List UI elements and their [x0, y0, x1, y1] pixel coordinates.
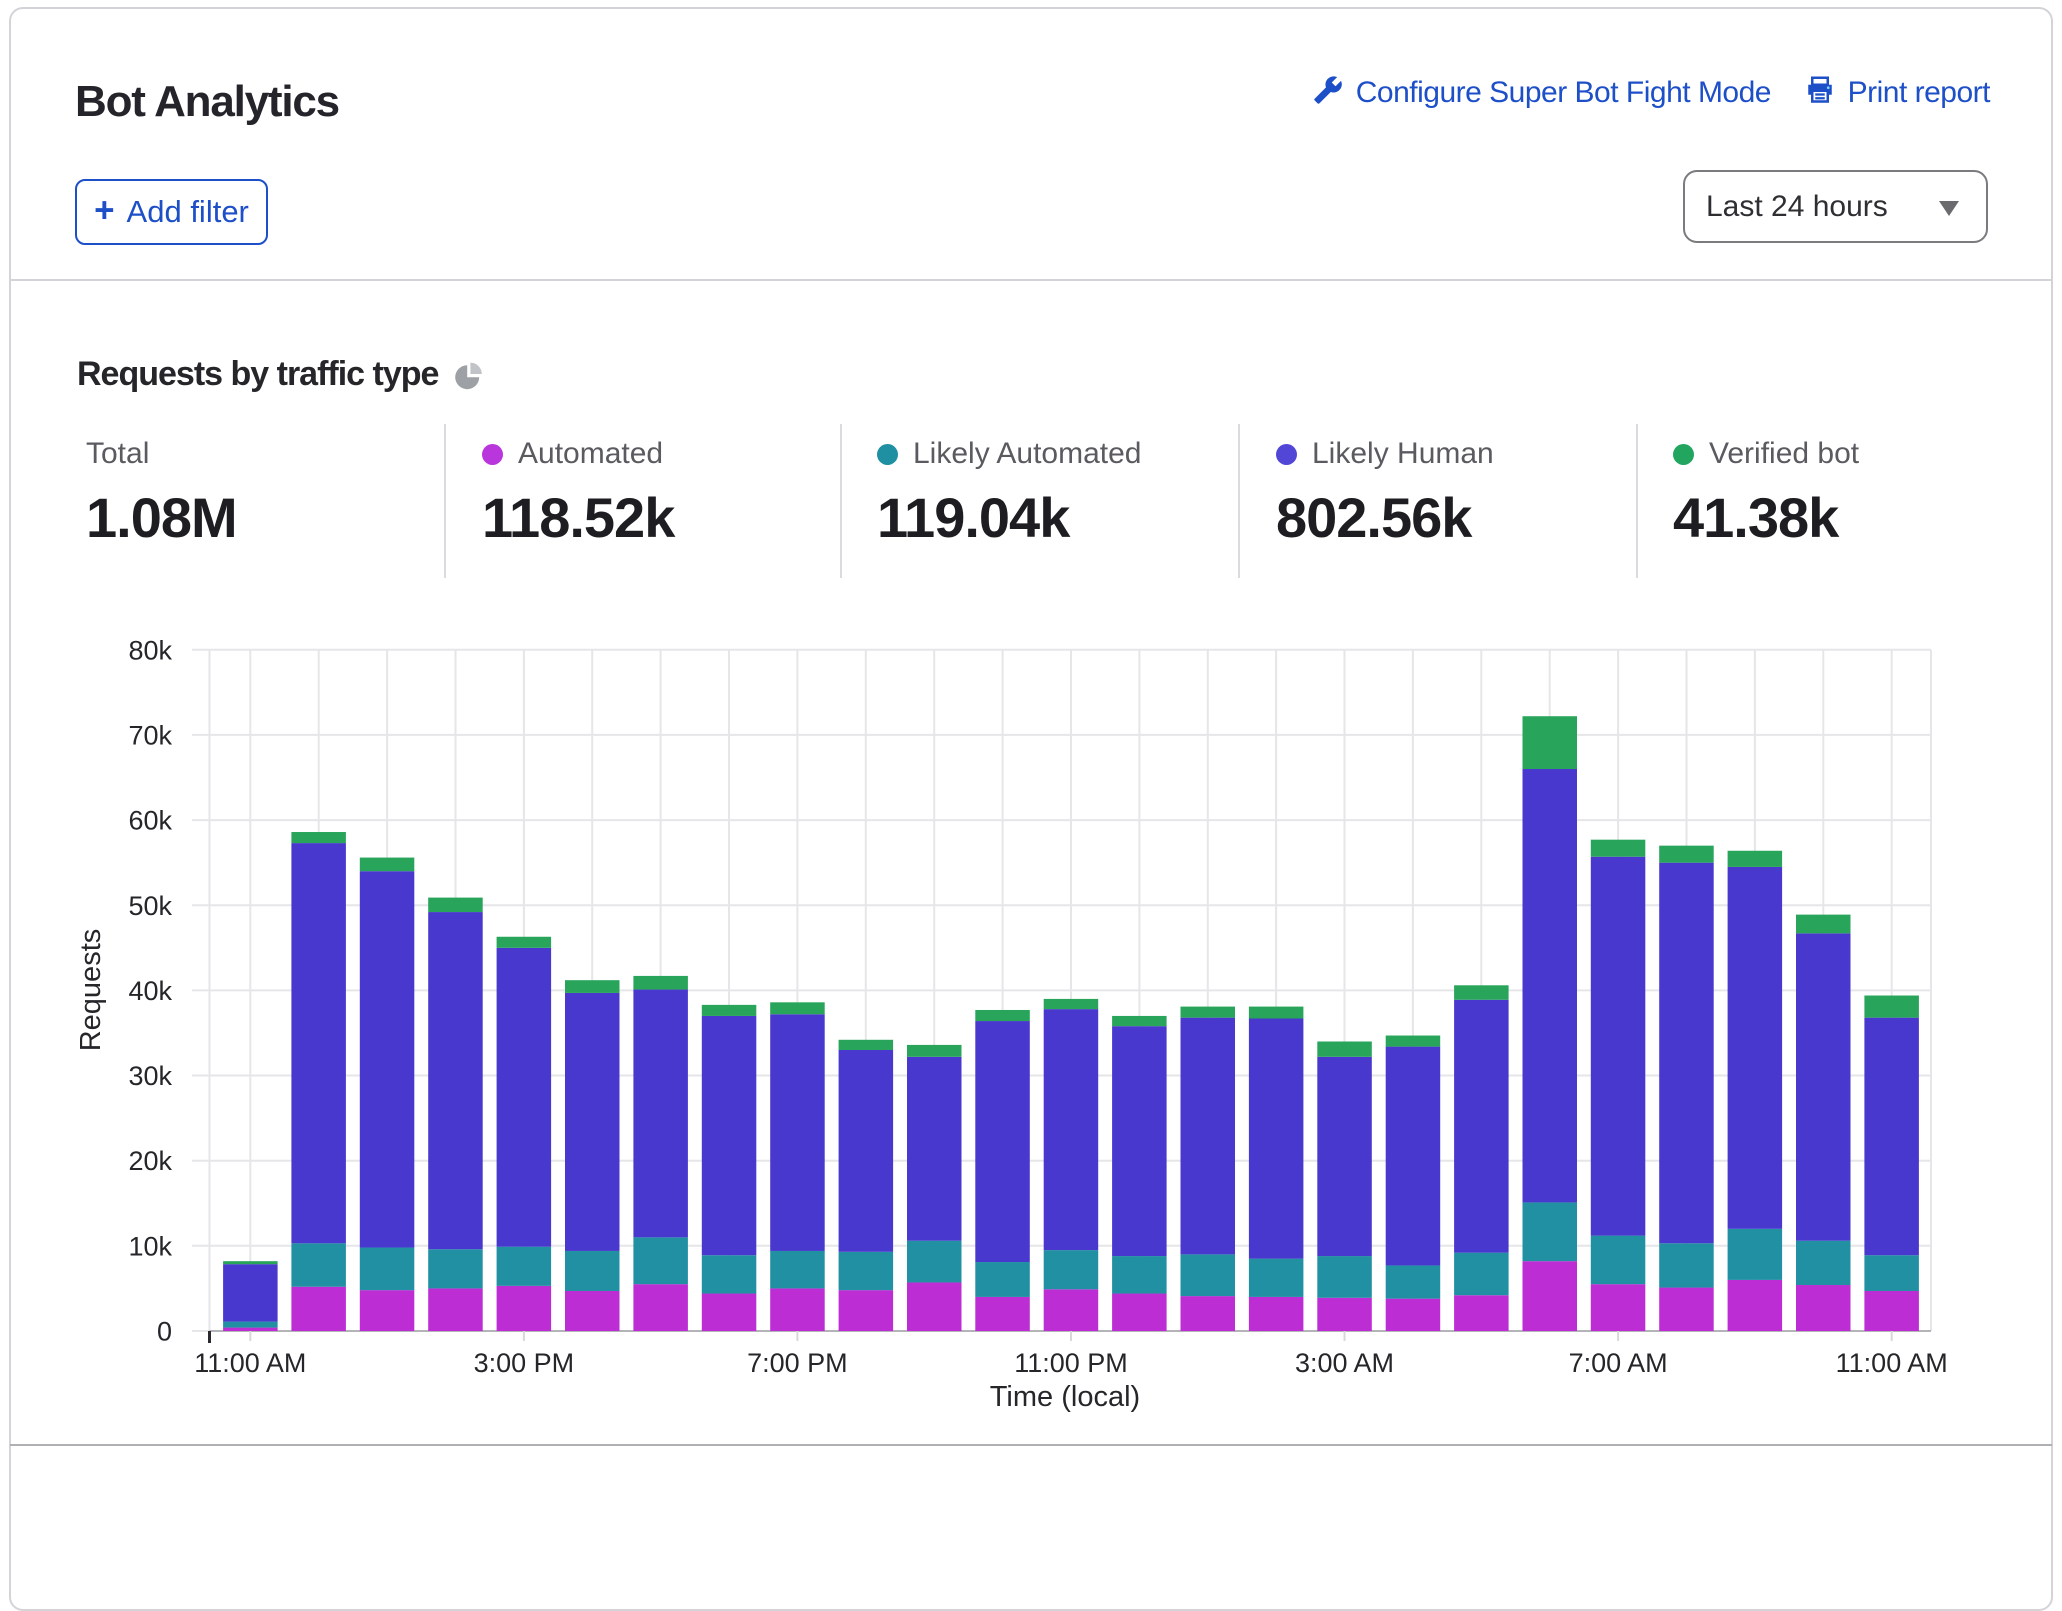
svg-text:11:00 PM: 11:00 PM — [1014, 1348, 1128, 1378]
svg-text:11:00 AM: 11:00 AM — [1836, 1348, 1948, 1378]
svg-text:7:00 AM: 7:00 AM — [1569, 1348, 1668, 1378]
svg-text:11:00 AM: 11:00 AM — [194, 1348, 306, 1378]
svg-text:3:00 PM: 3:00 PM — [474, 1348, 575, 1378]
svg-text:0: 0 — [157, 1317, 172, 1347]
svg-text:3:00 AM: 3:00 AM — [1295, 1348, 1394, 1378]
svg-text:80k: 80k — [128, 635, 172, 665]
svg-text:10k: 10k — [128, 1231, 172, 1261]
svg-text:Time (local): Time (local) — [990, 1381, 1140, 1413]
svg-text:7:00 PM: 7:00 PM — [747, 1348, 848, 1378]
svg-text:40k: 40k — [128, 976, 172, 1006]
svg-text:20k: 20k — [128, 1146, 172, 1176]
svg-text:Requests: Requests — [75, 929, 107, 1052]
svg-text:50k: 50k — [128, 891, 172, 921]
svg-text:60k: 60k — [128, 806, 172, 836]
svg-text:30k: 30k — [128, 1061, 172, 1091]
svg-text:70k: 70k — [128, 720, 172, 750]
